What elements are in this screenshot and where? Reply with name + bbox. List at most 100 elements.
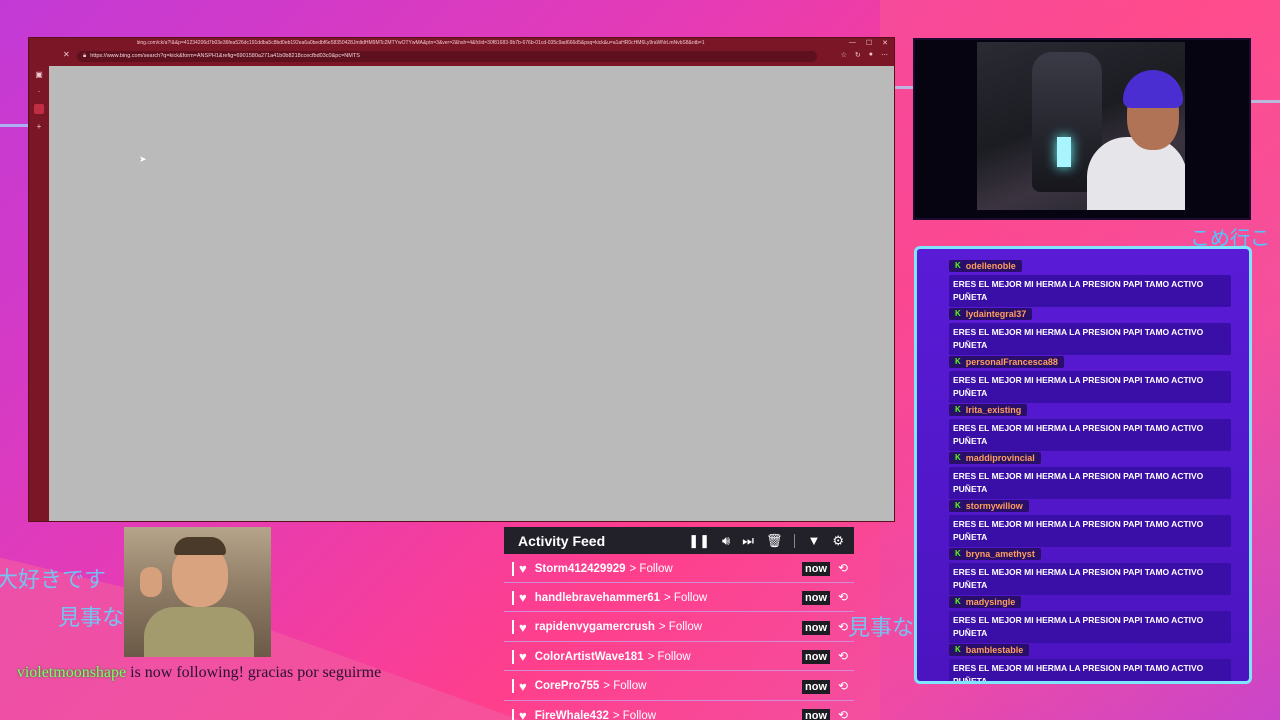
new-tab-icon[interactable]: + xyxy=(37,122,42,131)
chat-message: Kbryna_amethyst ERES EL MEJOR MI HERMA LA… xyxy=(949,543,1235,595)
maximize-icon[interactable]: ☐ xyxy=(866,39,872,47)
chat-username[interactable]: maddiprovincial xyxy=(966,453,1035,463)
minimize-icon[interactable]: — xyxy=(849,39,856,47)
omnibox[interactable]: 🔒︎ https://www.bing.com/search?q=kick&fo… xyxy=(77,50,817,62)
kick-badge-icon: K xyxy=(955,597,961,606)
address-bar: ✕ 🔒︎ https://www.bing.com/search?q=kick&… xyxy=(29,48,894,64)
activity-feed-item[interactable]: ♥ FireWhale432 > Follow now ⟲ xyxy=(504,702,854,720)
chat-username[interactable]: bamblestable xyxy=(966,645,1024,655)
follow-alert-username: violetmoonshape xyxy=(16,664,127,681)
chat-username-badge[interactable]: Kbryna_amethyst xyxy=(949,547,1041,560)
refresh-icon[interactable]: ↻ xyxy=(855,51,861,59)
skip-icon[interactable]: ⏭︎ xyxy=(742,533,754,549)
activity-feed-item[interactable]: ♥ rapidenvygamercrush > Follow now ⟲ xyxy=(504,614,854,642)
streamer-body xyxy=(1087,137,1185,210)
lock-icon[interactable]: 🔒︎ xyxy=(83,53,86,60)
kick-badge-icon: K xyxy=(955,405,961,414)
follow-alert: violetmoonshape is now following! gracia… xyxy=(14,662,384,683)
item-accent-bar xyxy=(512,620,514,635)
chat-username-badge[interactable]: Kbamblestable xyxy=(949,643,1030,656)
chat-username[interactable]: personalFrancesca88 xyxy=(966,357,1058,367)
close-icon[interactable]: ✕ xyxy=(882,39,888,47)
replay-icon[interactable]: ⟲ xyxy=(838,590,848,604)
event-type: > Follow xyxy=(647,650,691,663)
tabs-icon[interactable]: ▣ xyxy=(35,70,43,79)
gear-icon[interactable]: ⚙︎ xyxy=(832,533,844,549)
star-icon[interactable]: ☆ xyxy=(841,51,847,59)
chat-username-badge[interactable]: Kodellenoble xyxy=(949,259,1022,272)
chat-message: Kmaddiprovincial ERES EL MEJOR MI HERMA L… xyxy=(949,447,1235,499)
activity-feed-controls: ❚❚ 🔊︎ ⏭︎ 🗑︎ ▼ ⚙︎ xyxy=(688,527,844,554)
replay-icon[interactable]: ⟲ xyxy=(838,679,848,693)
chat-username[interactable]: odellenoble xyxy=(966,261,1016,271)
chat-username-badge[interactable]: Kmaddiprovincial xyxy=(949,451,1041,464)
chat-username[interactable]: bryna_amethyst xyxy=(966,549,1035,559)
activity-feed-header: Activity Feed ❚❚ 🔊︎ ⏭︎ 🗑︎ ▼ ⚙︎ xyxy=(504,527,854,554)
activity-feed-item[interactable]: ♥ CorePro755 > Follow now ⟲ xyxy=(504,673,854,701)
event-type: > Follow xyxy=(603,680,647,693)
chat-message: Kodellenoble ERES EL MEJOR MI HERMA LA PR… xyxy=(949,255,1235,307)
chat-panel: Kodellenoble ERES EL MEJOR MI HERMA LA PR… xyxy=(914,246,1252,684)
chat-username[interactable]: lydaintegral37 xyxy=(966,309,1027,319)
volume-icon[interactable]: 🔊︎ xyxy=(722,533,730,549)
activity-feed-item[interactable]: ♥ handlebravehammer61 > Follow now ⟲ xyxy=(504,584,854,613)
browser-viewport[interactable]: ➤ xyxy=(49,66,894,521)
chat-username-badge[interactable]: KpersonalFrancesca88 xyxy=(949,355,1064,368)
chat-username[interactable]: madysingle xyxy=(966,597,1016,607)
heart-icon: ♥ xyxy=(519,649,527,665)
background-line xyxy=(1250,100,1280,103)
replay-icon[interactable]: ⟲ xyxy=(838,649,848,663)
streamer-beanie xyxy=(1123,70,1183,108)
follower-name: CorePro755 xyxy=(534,680,600,693)
kick-badge-icon: K xyxy=(955,357,961,366)
profile-icon[interactable]: ● xyxy=(869,51,873,59)
chat-username-badge[interactable]: Klydaintegral37 xyxy=(949,307,1033,320)
browser-toolbar: ☆ ↻ ● ⋯ xyxy=(841,51,888,59)
menu-icon[interactable]: ⋯ xyxy=(881,51,888,59)
meme-hand xyxy=(140,567,162,597)
item-accent-bar xyxy=(512,708,514,720)
chat-username[interactable]: lrita_existing xyxy=(966,405,1022,415)
chat-username-badge[interactable]: Kmadysingle xyxy=(949,595,1022,608)
event-type: > Follow xyxy=(664,591,708,604)
kick-badge-icon: K xyxy=(955,453,961,462)
address-url[interactable]: https://www.bing.com/search?q=kick&form=… xyxy=(90,53,360,59)
chat-message: Klrita_existing ERES EL MEJOR MI HERMA LA… xyxy=(949,399,1235,451)
chat-message: Kbamblestable ERES EL MEJOR MI HERMA LA P… xyxy=(949,639,1235,681)
chat-username[interactable]: stormywillow xyxy=(966,501,1023,511)
heart-icon: ♥ xyxy=(519,678,527,694)
heart-icon: ♥ xyxy=(519,561,527,576)
timestamp-badge: now xyxy=(802,620,830,635)
activity-feed-item[interactable]: ♥ ColorArtistWave181 > Follow now ⟲ xyxy=(504,643,854,672)
timestamp-badge: now xyxy=(802,562,830,576)
activity-feed-title: Activity Feed xyxy=(518,532,606,549)
trash-icon[interactable]: 🗑︎ xyxy=(766,533,783,549)
tab-url[interactable]: bing.com/ck/a?!&&p=41234206d7b03e36fea52… xyxy=(137,40,787,46)
follower-name: Storm412429929 xyxy=(534,562,626,575)
follow-alert-message: is now following! gracias por seguirme xyxy=(126,664,382,681)
chat-message: Kmadysingle ERES EL MEJOR MI HERMA LA PRE… xyxy=(949,591,1235,643)
activity-feed-item[interactable]: ♥ Storm412429929 > Follow now ⟲ xyxy=(504,555,854,583)
chat-username-badge[interactable]: Klrita_existing xyxy=(949,403,1028,416)
event-type: > Follow xyxy=(612,709,657,720)
filter-icon[interactable]: ▼ xyxy=(807,533,820,548)
stop-icon[interactable]: ✕ xyxy=(63,50,70,59)
timestamp-badge: now xyxy=(802,650,830,665)
background-line xyxy=(895,86,915,89)
meme-shirt xyxy=(144,607,254,657)
mouse-cursor-icon: ➤ xyxy=(139,154,147,164)
alert-meme-image xyxy=(124,527,271,657)
chat-message-text: ERES EL MEJOR MI HERMA LA PRESION PAPI T… xyxy=(949,659,1231,681)
tab-icon[interactable]: · xyxy=(38,87,41,96)
active-tab-icon[interactable] xyxy=(34,104,44,114)
background-japanese-text: 見事な xyxy=(58,606,125,631)
replay-icon[interactable]: ⟲ xyxy=(838,561,848,575)
chat-message: KpersonalFrancesca88 ERES EL MEJOR MI HER… xyxy=(949,351,1235,403)
item-accent-bar xyxy=(512,590,514,605)
chat-username-badge[interactable]: Kstormywillow xyxy=(949,499,1029,512)
replay-icon[interactable]: ⟲ xyxy=(838,708,848,720)
item-accent-bar xyxy=(512,561,514,576)
background-line xyxy=(0,124,30,127)
replay-icon[interactable]: ⟲ xyxy=(838,620,848,634)
pause-icon[interactable]: ❚❚ xyxy=(688,533,710,549)
